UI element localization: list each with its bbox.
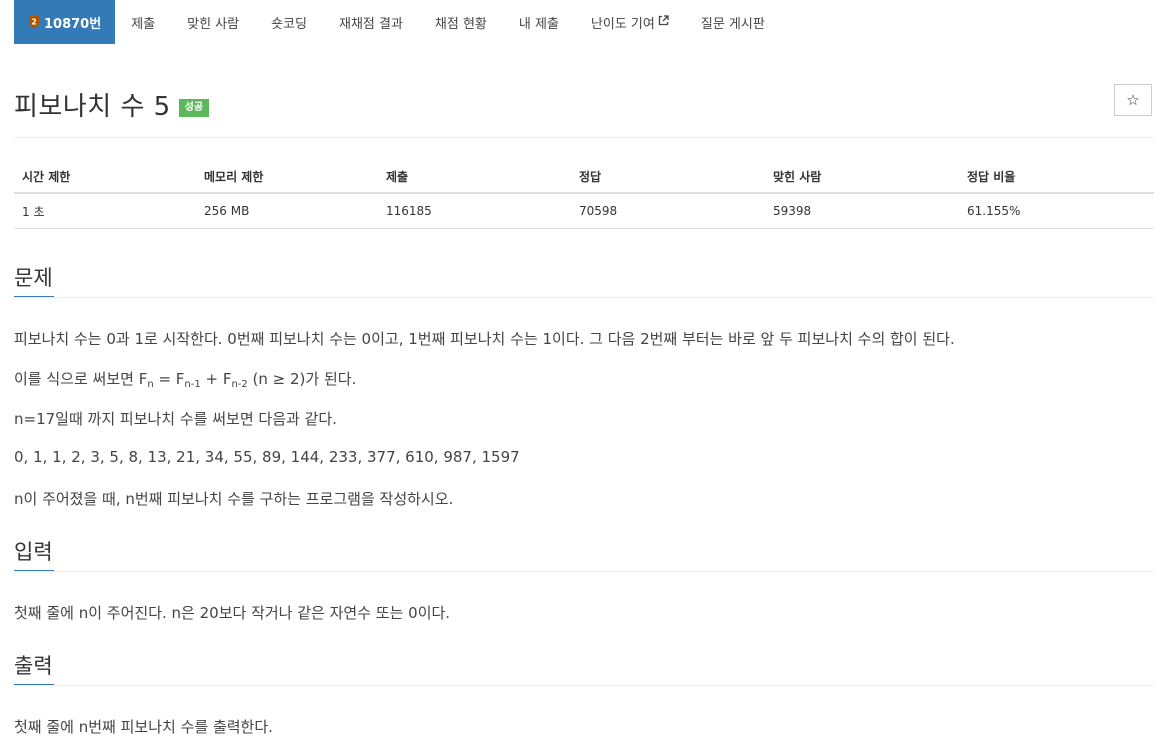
info-accepted: 70598 bbox=[571, 193, 765, 229]
formula-suffix: (n ≥ 2)가 된다. bbox=[247, 370, 357, 388]
info-header-time-limit: 시간 제한 bbox=[14, 160, 196, 194]
output-description: 첫째 줄에 n번째 피보나치 수를 출력한다. bbox=[14, 718, 273, 736]
tab-short-coding-label: 숏코딩 bbox=[271, 16, 307, 32]
info-accept-ratio: 61.155% bbox=[959, 193, 1154, 229]
title-divider bbox=[14, 137, 1154, 138]
svg-text:2: 2 bbox=[31, 18, 37, 27]
tab-question-board-label: 질문 게시판 bbox=[700, 16, 765, 32]
formula-subscript-n-1: n-1 bbox=[184, 379, 201, 390]
formula-plus: + F bbox=[200, 370, 232, 388]
tab-rejudge-results[interactable]: 재채점 결과 bbox=[323, 0, 419, 44]
info-time-limit: 1 초 bbox=[14, 193, 196, 229]
tab-difficulty-contribution[interactable]: 난이도 기여 bbox=[575, 0, 685, 44]
external-link-icon bbox=[658, 15, 669, 29]
tab-difficulty-contribution-label: 난이도 기여 bbox=[590, 16, 655, 32]
status-badge: 성공 bbox=[178, 98, 210, 117]
problem-page: 2 10870번 제출 맞힌 사람 숏코딩 재채점 결과 채점 현황 내 제출 … bbox=[0, 0, 1169, 747]
description-paragraph-1: 피보나치 수는 0과 1로 시작한다. 0번째 피보나치 수는 0이고, 1번째… bbox=[14, 330, 955, 348]
tab-solved-users[interactable]: 맞힌 사람 bbox=[171, 0, 255, 44]
tier-badge-icon: 2 bbox=[28, 15, 40, 29]
star-button[interactable]: ☆ bbox=[1114, 84, 1152, 116]
tab-rejudge-results-label: 재채점 결과 bbox=[338, 16, 403, 32]
tab-judge-status-label: 채점 현황 bbox=[434, 16, 487, 32]
tab-my-submissions-label: 내 제출 bbox=[518, 16, 559, 32]
tab-judge-status[interactable]: 채점 현황 bbox=[419, 0, 503, 44]
formula-prefix: 이를 식으로 써보면 F bbox=[14, 370, 148, 388]
tab-submit[interactable]: 제출 bbox=[115, 0, 171, 44]
tab-question-board[interactable]: 질문 게시판 bbox=[685, 0, 781, 44]
info-solved-users: 59398 bbox=[765, 193, 959, 229]
star-icon: ☆ bbox=[1126, 91, 1140, 109]
info-memory-limit: 256 MB bbox=[196, 193, 378, 229]
section-divider-description bbox=[14, 297, 1154, 298]
section-title-description: 문제 bbox=[14, 266, 53, 290]
formula-equals: = F bbox=[153, 370, 185, 388]
info-header-accepted: 정답 bbox=[571, 160, 765, 194]
formula-subscript-n-2: n-2 bbox=[231, 379, 248, 390]
tab-solved-users-label: 맞힌 사람 bbox=[187, 16, 240, 32]
info-submissions: 116185 bbox=[378, 193, 571, 229]
tab-problem-number-label: 10870번 bbox=[44, 16, 102, 32]
description-paragraph-4: 0, 1, 1, 2, 3, 5, 8, 13, 21, 34, 55, 89,… bbox=[14, 448, 520, 466]
description-paragraph-3: n=17일때 까지 피보나치 수를 써보면 다음과 같다. bbox=[14, 410, 337, 428]
info-header-solved-users: 맞힌 사람 bbox=[765, 160, 959, 194]
problem-info-table: 시간 제한 메모리 제한 제출 정답 맞힌 사람 정답 비율 1 초 256 M… bbox=[14, 160, 1154, 229]
info-header-memory-limit: 메모리 제한 bbox=[196, 160, 378, 194]
section-divider-output bbox=[14, 685, 1154, 686]
section-divider-input bbox=[14, 571, 1154, 572]
section-title-input: 입력 bbox=[14, 540, 53, 564]
tab-short-coding[interactable]: 숏코딩 bbox=[255, 0, 323, 44]
description-paragraph-2: 이를 식으로 써보면 Fn = Fn-1 + Fn-2 (n ≥ 2)가 된다. bbox=[14, 368, 356, 390]
description-paragraph-5: n이 주어졌을 때, n번째 피보나치 수를 구하는 프로그램을 작성하시오. bbox=[14, 490, 454, 508]
problem-title-row: 피보나치 수 5 성공 bbox=[14, 86, 210, 123]
problem-nav-tabs: 2 10870번 제출 맞힌 사람 숏코딩 재채점 결과 채점 현황 내 제출 … bbox=[14, 0, 781, 44]
tab-my-submissions[interactable]: 내 제출 bbox=[503, 0, 575, 44]
info-table-header-row: 시간 제한 메모리 제한 제출 정답 맞힌 사람 정답 비율 bbox=[14, 160, 1154, 194]
tab-submit-label: 제출 bbox=[131, 16, 156, 32]
info-header-accept-ratio: 정답 비율 bbox=[959, 160, 1154, 194]
problem-title: 피보나치 수 5 bbox=[14, 92, 171, 122]
input-description: 첫째 줄에 n이 주어진다. n은 20보다 작거나 같은 자연수 또는 0이다… bbox=[14, 604, 451, 622]
tab-problem-number[interactable]: 2 10870번 bbox=[14, 0, 116, 44]
section-title-output: 출력 bbox=[14, 654, 53, 678]
info-table-row: 1 초 256 MB 116185 70598 59398 61.155% bbox=[14, 193, 1154, 229]
info-header-submissions: 제출 bbox=[378, 160, 571, 194]
